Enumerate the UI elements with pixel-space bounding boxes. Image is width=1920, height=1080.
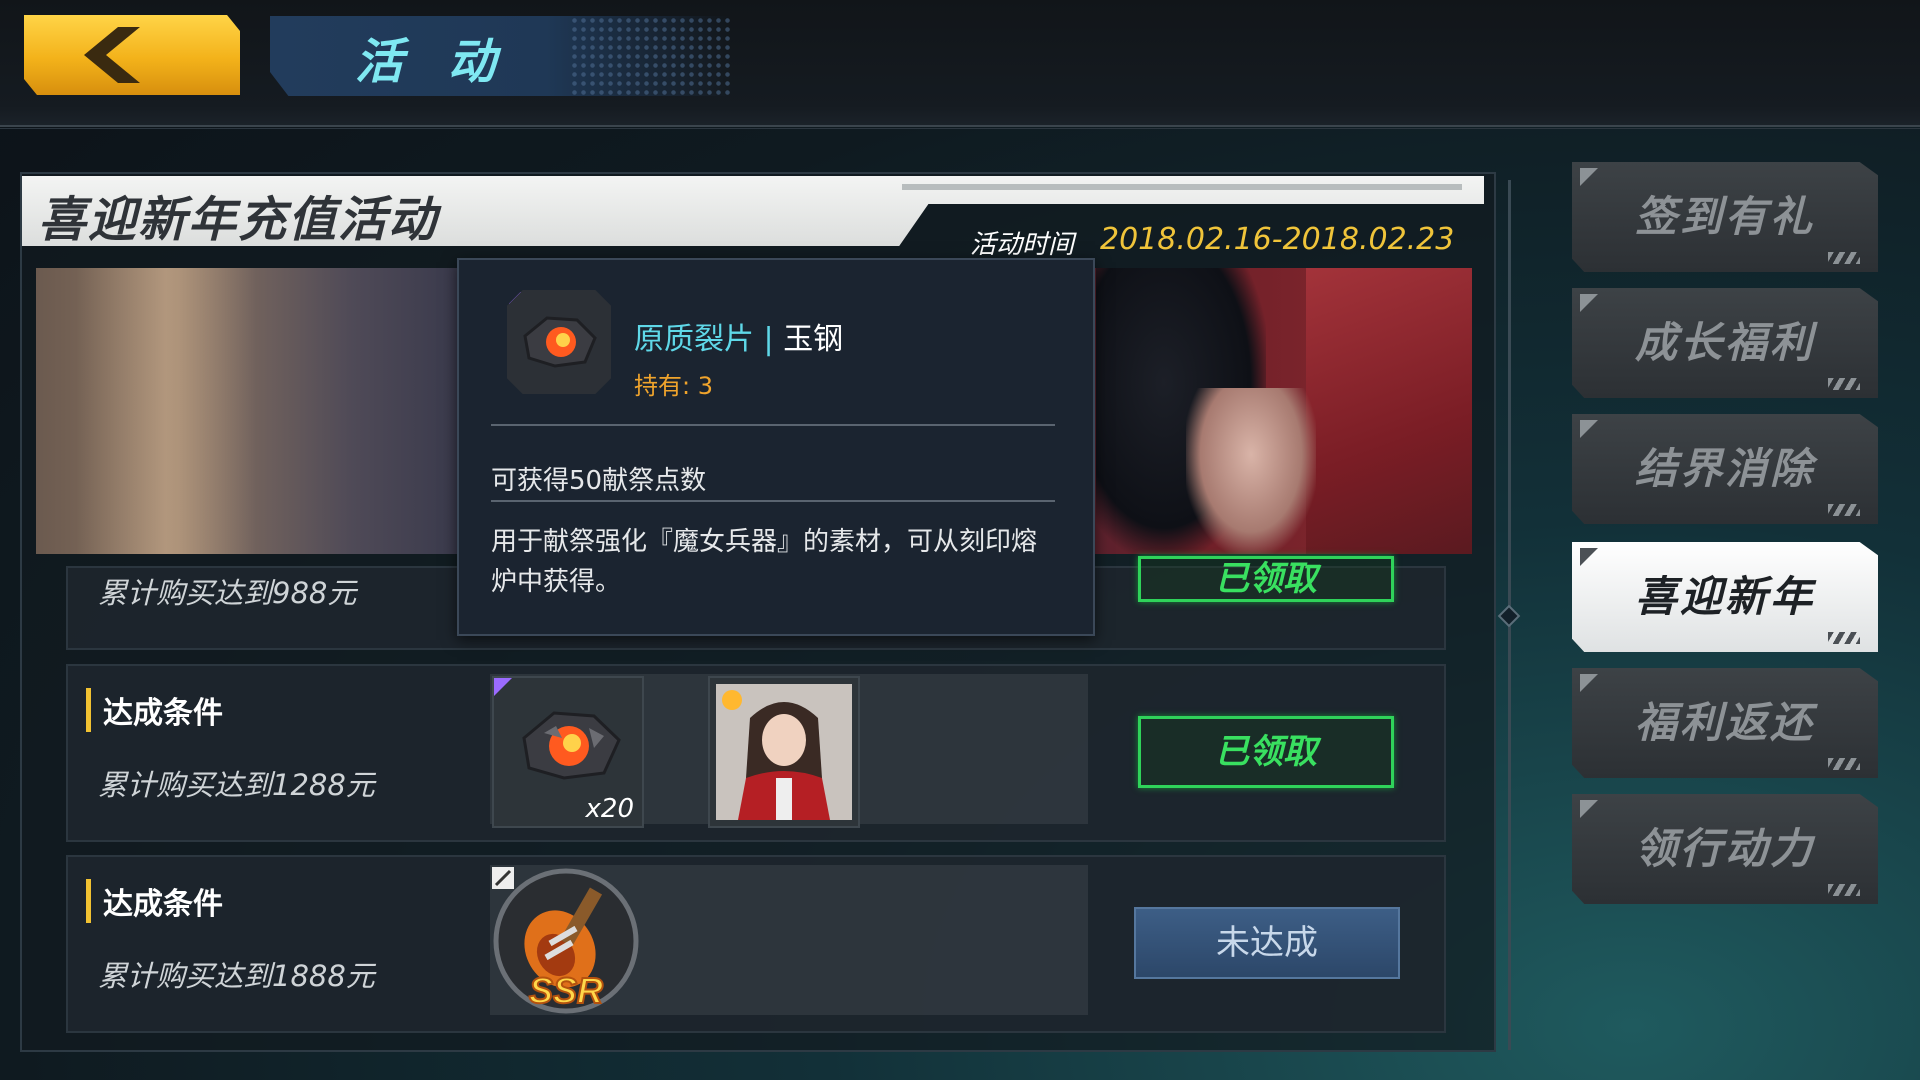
activity-title: 喜迎新年充值活动 <box>38 192 439 248</box>
tooltip-description: 用于献祭强化『魔女兵器』的素材，可从刻印熔炉中获得。 <box>491 527 1038 597</box>
activity-time-value: 2018.02.16-2018.02.23 <box>1100 222 1455 257</box>
claimed-button[interactable]: 已领取 <box>1138 716 1394 788</box>
character-portrait-icon <box>716 684 852 820</box>
sidebar-tab-growth[interactable]: 成长福利 <box>1572 288 1878 398</box>
sidebar-tab-barrier[interactable]: 结界消除 <box>1572 414 1878 524</box>
back-button[interactable] <box>24 15 240 95</box>
sidebar-tab-stamina[interactable]: 领行动力 <box>1572 794 1878 904</box>
tooltip-item-name: 原质裂片 | 玉钢 <box>634 322 844 357</box>
tooltip-item-icon <box>507 290 611 394</box>
ssr-badge: SSR <box>529 970 603 1011</box>
not-achieved-button[interactable]: 未达成 <box>1134 907 1400 979</box>
item-tooltip: 原质裂片 | 玉钢 持有: 3 可获得50献祭点数 用于献祭强化『魔女兵器』的素… <box>457 258 1095 636</box>
reward-item-shard[interactable]: x20 <box>492 676 644 828</box>
condition-label: 达成条件 <box>86 879 223 923</box>
tooltip-gain-text: 可获得50献祭点数 <box>491 466 707 496</box>
activity-time-label: 活动时间 <box>970 230 1075 260</box>
page-title: 活 动 <box>355 34 510 90</box>
tooltip-hold-count: 持有: 3 <box>634 372 713 400</box>
requirement-text: 累计购买达到1288元 <box>98 768 375 802</box>
sidebar-tab-rebate[interactable]: 福利返还 <box>1572 668 1878 778</box>
reward-row: 达成条件 累计购买达到1288元 x20 已领取 <box>66 664 1446 842</box>
shard-icon <box>509 292 597 368</box>
condition-label: 达成条件 <box>86 688 223 732</box>
divider <box>491 500 1055 502</box>
reward-item-character-card[interactable] <box>708 676 860 828</box>
guitar-weapon-icon: SSR <box>492 867 639 1014</box>
claimed-button[interactable]: 已领取 <box>1138 556 1394 602</box>
reward-item-ssr-weapon[interactable]: SSR <box>492 867 640 1015</box>
divider <box>0 128 1920 129</box>
sidebar-tab-new-year[interactable]: 喜迎新年 <box>1572 542 1878 652</box>
sidebar-tab-sign-in[interactable]: 签到有礼 <box>1572 162 1878 272</box>
chevron-left-icon <box>84 27 140 83</box>
requirement-text: 累计购买达到1888元 <box>98 959 375 993</box>
reward-row: 达成条件 累计购买达到1888元 SSR 未达成 <box>66 855 1446 1033</box>
divider <box>491 424 1055 426</box>
sidebar-divider <box>1497 180 1521 1050</box>
requirement-text: 累计购买达到988元 <box>98 576 357 610</box>
reward-quantity: x20 <box>585 794 634 824</box>
